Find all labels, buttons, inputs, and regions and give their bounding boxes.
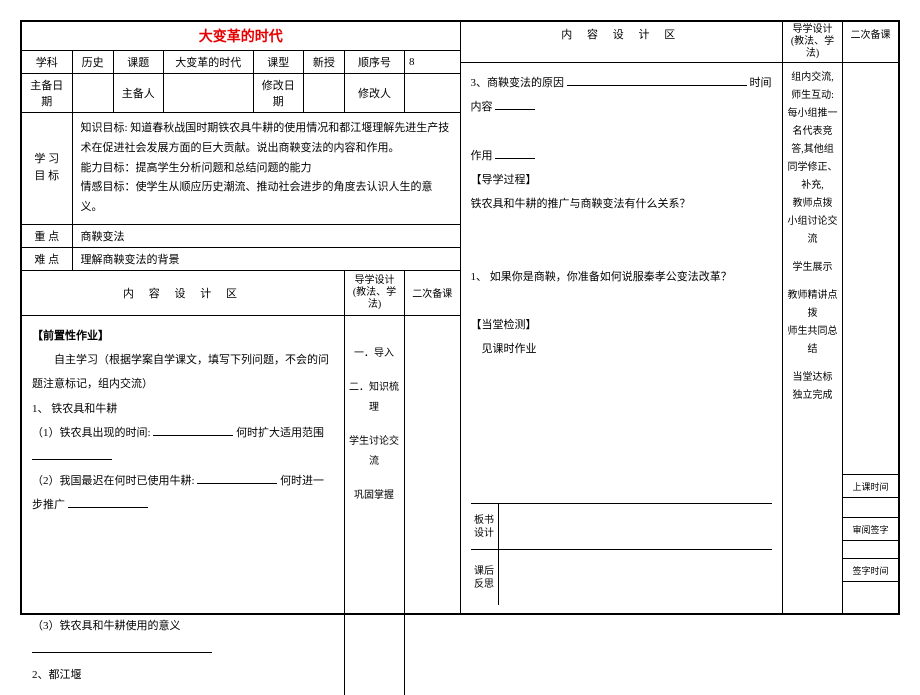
board-label: 板书设计 bbox=[471, 504, 499, 549]
rmethod-4: 当堂达标独立完成 bbox=[787, 369, 838, 405]
self-study: 自主学习（根据学案自学课文，填写下列问题，不会的问题注意标记，组内交流） bbox=[32, 348, 334, 396]
type-value: 新授 bbox=[303, 51, 344, 74]
revperson-value bbox=[405, 74, 460, 113]
blank-field[interactable] bbox=[567, 74, 747, 86]
test-title: 【当堂检测】 bbox=[471, 313, 773, 337]
reflect-body bbox=[499, 550, 773, 605]
content-header-method: 导学设计(教法、学法) bbox=[345, 270, 405, 315]
right-content-header: 内 容 设 计 区 bbox=[461, 22, 784, 62]
reflect-label: 课后反思 bbox=[471, 550, 499, 605]
board-body bbox=[499, 504, 773, 549]
obj-ability: 能力目标：提高学生分析问题和总结问题的能力 bbox=[81, 159, 452, 179]
item2-title: 2、都江堰 bbox=[32, 663, 334, 687]
item1-3: （3）铁农具和牛耕使用的意义 bbox=[32, 614, 334, 662]
item1-2: （2）我国最迟在何时已使用牛耕: 何时进一步推广 bbox=[32, 469, 334, 517]
rmethod-3: 教师精讲点拨师生共同总结 bbox=[787, 287, 838, 359]
rmethod-2: 学生展示 bbox=[787, 259, 838, 277]
subject-value: 历史 bbox=[72, 51, 113, 74]
topic-label: 课题 bbox=[113, 51, 163, 74]
q3-content: 内容 bbox=[471, 95, 773, 119]
seq-label: 顺序号 bbox=[345, 51, 405, 74]
board-design-row: 板书设计 bbox=[471, 503, 773, 549]
method-4: 巩固掌握 bbox=[349, 486, 400, 506]
subject-label: 学科 bbox=[22, 51, 72, 74]
guide-question: 铁农具和牛耕的推广与商鞅变法有什么关系？ bbox=[471, 192, 773, 216]
left-content-area: 【前置性作业】 自主学习（根据学案自学课文，填写下列问题，不会的问题注意标记，组… bbox=[22, 316, 460, 695]
difficulty-label: 难 点 bbox=[22, 247, 72, 270]
objectives-body: 知识目标: 知道春秋战国时期铁农具牛耕的使用情况和都江堰理解先进生产技术在促进社… bbox=[72, 113, 460, 225]
review-sign-cell: 审阅签字 bbox=[843, 517, 898, 540]
right-content-main: 3、商鞅变法的原因 时间 内容 作用 【导学过程】 铁农具和牛耕的推广与商鞅变 bbox=[461, 63, 784, 613]
obj-knowledge: 知识目标: 知道春秋战国时期铁农具牛耕的使用情况和都江堰理解先进生产技术在促进社… bbox=[81, 119, 452, 159]
right-method-header: 导学设计(教法、学法) bbox=[783, 22, 843, 62]
right-header-row: 内 容 设 计 区 导学设计(教法、学法) 二次备课 bbox=[461, 22, 899, 63]
class-time-value bbox=[843, 497, 898, 517]
revperson-label: 修改人 bbox=[345, 74, 405, 113]
method-3: 学生讨论交流 bbox=[349, 432, 400, 472]
keypoint-text: 商鞅变法 bbox=[72, 224, 460, 247]
content-header-secondary: 二次备课 bbox=[405, 270, 460, 315]
item1-1: （1）铁农具出现的时间: 何时扩大适用范围 bbox=[32, 421, 334, 469]
review-sign-value bbox=[843, 540, 898, 558]
rmethod-1: 组内交流,师生互动:每小组推一名代表竞答,其他组同学修正、补充,教师点拨小组讨论… bbox=[787, 69, 838, 249]
right-body: 3、商鞅变法的原因 时间 内容 作用 【导学过程】 铁农具和牛耕的推广与商鞅变 bbox=[461, 63, 899, 613]
guide-title: 【导学过程】 bbox=[471, 168, 773, 192]
blank-field[interactable] bbox=[32, 641, 212, 653]
seq-value: 8 bbox=[405, 51, 460, 74]
content-header-main: 内 容 设 计 区 bbox=[22, 270, 345, 315]
blank-field[interactable] bbox=[495, 147, 535, 159]
q3-effect: 作用 bbox=[471, 144, 773, 168]
info-table: 学科 历史 课题 大变革的时代 课型 新授 顺序号 8 主备日期 主备人 修改日… bbox=[22, 51, 460, 316]
method-1: 一．导入 bbox=[349, 344, 400, 364]
test-body: 见课时作业 bbox=[471, 337, 773, 361]
right-content-inner: 3、商鞅变法的原因 时间 内容 作用 【导学过程】 铁农具和牛耕的推广与商鞅变 bbox=[471, 71, 773, 503]
right-secondary-header: 二次备课 bbox=[843, 22, 898, 62]
lesson-plan-page: 大变革的时代 学科 历史 课题 大变革的时代 课型 新授 顺序号 8 主备日期 … bbox=[20, 20, 900, 615]
sign-time-value bbox=[843, 581, 898, 613]
q3-line: 3、商鞅变法的原因 时间 bbox=[471, 71, 773, 95]
blank-field[interactable] bbox=[495, 98, 535, 110]
revdate-value bbox=[303, 74, 344, 113]
left-secondary-col bbox=[405, 316, 460, 695]
item1-title: 1、 铁农具和牛耕 bbox=[32, 397, 334, 421]
topic-value: 大变革的时代 bbox=[163, 51, 253, 74]
prework-title: 【前置性作业】 bbox=[32, 324, 334, 348]
left-method-col: 一．导入 二．知识梳理 学生讨论交流 巩固掌握 bbox=[345, 316, 405, 695]
type-label: 课型 bbox=[253, 51, 303, 74]
right-bottom-rows: 板书设计 课后反思 bbox=[471, 503, 773, 605]
objectives-label: 学 习目 标 bbox=[22, 113, 72, 225]
class-time-cell: 上课时间 bbox=[843, 474, 898, 497]
difficulty-text: 理解商鞅变法的背景 bbox=[72, 247, 460, 270]
method-2: 二．知识梳理 bbox=[349, 378, 400, 418]
left-content-main: 【前置性作业】 自主学习（根据学案自学课文，填写下列问题，不会的问题注意标记，组… bbox=[22, 316, 345, 695]
right-method-col: 组内交流,师生互动:每小组推一名代表竞答,其他组同学修正、补充,教师点拨小组讨论… bbox=[783, 63, 843, 613]
obj-emotion: 情感目标：使学生从顺应历史潮流、推动社会进步的角度去认识人生的意义。 bbox=[81, 178, 452, 218]
question-1: 1、 如果你是商鞅，你准备如何说服秦孝公变法改革？ bbox=[471, 265, 773, 289]
prepdate-label: 主备日期 bbox=[22, 74, 72, 113]
prepdate-value bbox=[72, 74, 113, 113]
prepperson-label: 主备人 bbox=[113, 74, 163, 113]
page-title: 大变革的时代 bbox=[22, 22, 460, 51]
revdate-label: 修改日期 bbox=[253, 74, 303, 113]
right-secondary-col: 上课时间 审阅签字 签字时间 bbox=[843, 63, 898, 613]
sec-spacer bbox=[843, 63, 898, 474]
blank-field[interactable] bbox=[68, 496, 148, 508]
right-section: 内 容 设 计 区 导学设计(教法、学法) 二次备课 3、商鞅变法的原因 时间 … bbox=[461, 22, 899, 613]
blank-field[interactable] bbox=[197, 472, 277, 484]
reflect-row: 课后反思 bbox=[471, 549, 773, 605]
keypoint-label: 重 点 bbox=[22, 224, 72, 247]
blank-field[interactable] bbox=[153, 424, 233, 436]
left-section: 大变革的时代 学科 历史 课题 大变革的时代 课型 新授 顺序号 8 主备日期 … bbox=[22, 22, 461, 613]
prepperson-value bbox=[163, 74, 253, 113]
blank-field[interactable] bbox=[32, 448, 112, 460]
sign-time-cell: 签字时间 bbox=[843, 558, 898, 581]
